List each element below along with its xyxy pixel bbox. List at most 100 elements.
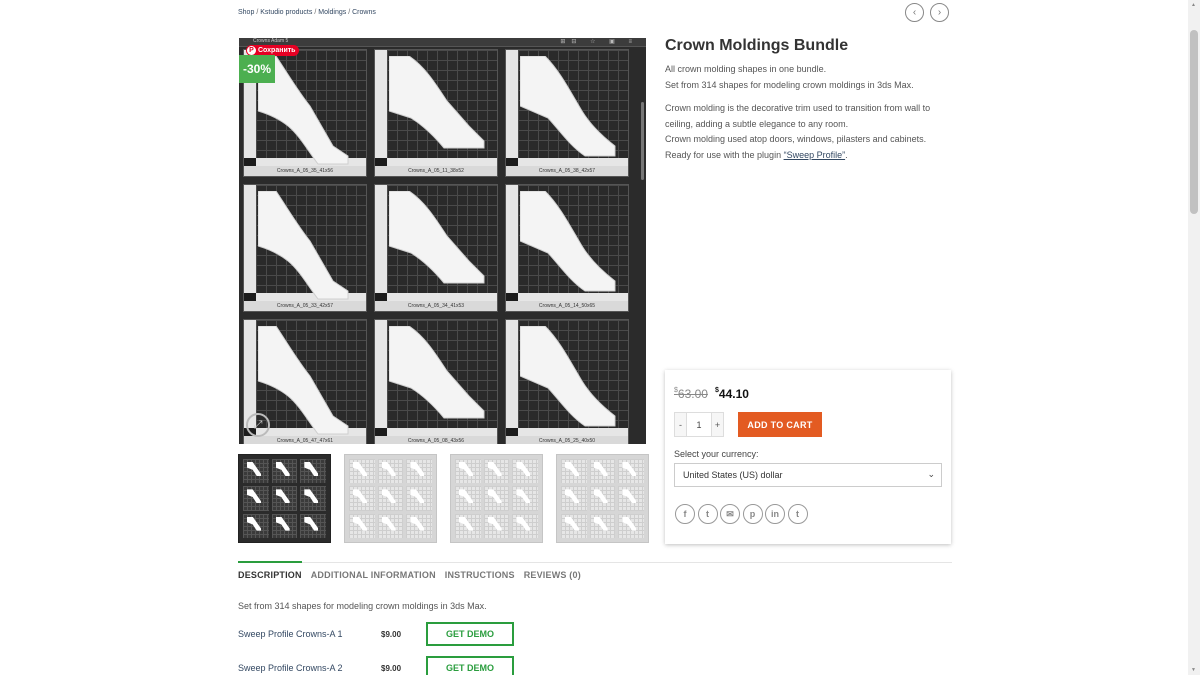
molding-caption: Crowns_A_05_35_41x56 [244, 166, 366, 176]
original-price-value: 63.00 [677, 387, 708, 401]
breadcrumb-shop[interactable]: Shop [238, 9, 254, 16]
sweep-profile-link[interactable]: “Sweep Profile” [784, 150, 846, 160]
gallery-thumbnail[interactable] [450, 454, 543, 543]
page-scrollbar[interactable]: ▲ ▼ [1188, 0, 1200, 675]
thumbnail-molding-preview [561, 459, 587, 484]
y-ruler [506, 50, 518, 158]
pinterest-icon: P [247, 46, 256, 55]
demo-price: $9.00 [381, 629, 402, 639]
thumbnail-molding-preview [483, 486, 510, 511]
share-icons: f t ✉ p in t [675, 504, 808, 524]
thumbnail-molding-preview [406, 459, 432, 484]
molding-preview-cell: Crowns_A_05_38_42x57 [505, 49, 629, 177]
scroll-up-icon[interactable]: ▲ [1191, 2, 1196, 8]
desc-text: Ready for use with the plugin [665, 149, 784, 160]
next-product-button[interactable]: › [930, 3, 949, 22]
chevron-left-icon: ‹ [912, 6, 917, 18]
product-title: Crown Moldings Bundle [665, 37, 849, 54]
scroll-down-icon[interactable]: ▼ [1191, 667, 1196, 673]
sale-badge: -30% [239, 55, 275, 83]
thumbnail-molding-preview [455, 459, 481, 484]
email-share-icon[interactable]: ✉ [720, 504, 740, 524]
quantity-increase-button[interactable]: + [711, 412, 724, 437]
add-to-cart-button[interactable]: ADD TO CART [738, 412, 822, 437]
crown-molding-profile [520, 326, 616, 427]
crown-molding-profile [389, 326, 485, 419]
molding-preview-cell: Crowns_A_05_34_41x53 [374, 184, 498, 312]
facebook-share-icon[interactable]: f [675, 504, 695, 524]
thumbnail-molding-preview [243, 459, 269, 484]
breadcrumb-crowns[interactable]: Crowns [352, 9, 376, 16]
desc-line: Set from 314 shapes for modeling crown m… [665, 79, 914, 90]
molding-preview-cell: Crowns_A_05_14_50x65 [505, 184, 629, 312]
thumbnail-molding-preview [512, 486, 538, 511]
image-scrollbar [641, 102, 644, 180]
molding-caption: Crowns_A_05_14_50x65 [506, 301, 628, 311]
scrollbar-thumb[interactable] [1190, 30, 1198, 214]
thumbnail-molding-preview [483, 513, 510, 538]
description-intro: Set from 314 shapes for modeling crown m… [238, 601, 487, 611]
thumbnail-molding-preview [406, 513, 432, 538]
gallery-thumbnail[interactable] [556, 454, 649, 543]
thumbnail-molding-preview [561, 513, 587, 538]
molding-caption: Crowns_A_05_11_38x52 [375, 166, 497, 176]
thumbnail-molding-preview [349, 486, 375, 511]
product-tabs: DESCRIPTION ADDITIONAL INFORMATION INSTR… [238, 561, 581, 580]
thumbnail-molding-preview [618, 459, 644, 484]
crown-molding-profile [258, 191, 349, 300]
thumbnail-molding-preview [406, 486, 432, 511]
crown-molding-profile [389, 56, 485, 149]
linkedin-share-icon[interactable]: in [765, 504, 785, 524]
gallery-thumbnail[interactable] [238, 454, 331, 543]
image-window-tools: ⊞⊟ ☆ ▣ ≡ [560, 39, 638, 45]
product-main-image[interactable]: Crowns Adam 5 ⊞⊟ ☆ ▣ ≡ Crowns_A_05_35_41… [239, 38, 646, 444]
molding-caption: Crowns_A_05_08_43x56 [375, 436, 497, 444]
breadcrumb-separator: / [256, 9, 259, 16]
thumbnail-molding-preview [377, 513, 404, 538]
currency-label: Select your currency: [674, 449, 759, 459]
get-demo-button[interactable]: GET DEMO [426, 656, 514, 675]
breadcrumb-separator: / [314, 9, 317, 16]
molding-caption: Crowns_A_05_38_42x57 [506, 166, 628, 176]
breadcrumb-moldings[interactable]: Moldings [318, 9, 346, 16]
demo-product-link[interactable]: Sweep Profile Crowns-A 1 [238, 629, 381, 639]
demo-product-link[interactable]: Sweep Profile Crowns-A 2 [238, 663, 381, 673]
gallery-thumbnail[interactable] [344, 454, 437, 543]
desc-line: Ready for use with the plugin “Sweep Pro… [665, 148, 950, 164]
tab-instructions[interactable]: INSTRUCTIONS [445, 562, 515, 580]
previous-product-button[interactable]: ‹ [905, 3, 924, 22]
quantity-decrease-button[interactable]: - [674, 412, 687, 437]
pinterest-share-icon[interactable]: p [742, 504, 763, 524]
crown-molding-profile [520, 191, 616, 292]
product-short-description: All crown molding shapes in one bundle. … [665, 62, 950, 163]
thumbnail-molding-preview [271, 459, 298, 484]
zoom-expand-button[interactable]: ⤢ [246, 413, 270, 437]
twitter-share-icon[interactable]: t [697, 504, 718, 524]
product-navigation: ‹ › [905, 3, 949, 22]
thumbnail-molding-preview [271, 486, 298, 511]
thumbnail-molding-preview [455, 486, 481, 511]
tab-reviews[interactable]: REVIEWS (0) [524, 562, 581, 580]
tab-additional-information[interactable]: ADDITIONAL INFORMATION [311, 562, 436, 580]
thumbnail-molding-preview [618, 486, 644, 511]
thumbnail-molding-preview [243, 486, 269, 511]
thumbnail-molding-preview [300, 459, 326, 484]
thumbnail-molding-preview [243, 513, 269, 538]
thumbnail-molding-preview [349, 459, 375, 484]
demo-price: $9.00 [381, 663, 402, 673]
demo-row: Sweep Profile Crowns-A 2 $9.00 GET DEMO [238, 656, 514, 675]
currency-selected-value: United States (US) dollar [683, 470, 783, 480]
molding-caption: Crowns_A_05_34_41x53 [375, 301, 497, 311]
sale-price-value: 44.10 [718, 387, 749, 401]
quantity-input[interactable]: 1 [687, 412, 711, 437]
y-ruler [375, 50, 387, 158]
breadcrumb-kstudio-products[interactable]: Kstudio products [260, 9, 312, 16]
y-ruler [375, 185, 387, 293]
get-demo-button[interactable]: GET DEMO [426, 622, 514, 646]
tumblr-share-icon[interactable]: t [787, 504, 808, 524]
thumbnail-molding-preview [483, 459, 510, 484]
tab-description[interactable]: DESCRIPTION [238, 561, 302, 580]
original-price: $63.00 [674, 387, 708, 401]
y-ruler [506, 185, 518, 293]
currency-select[interactable]: United States (US) dollar ⌄ [674, 463, 942, 487]
